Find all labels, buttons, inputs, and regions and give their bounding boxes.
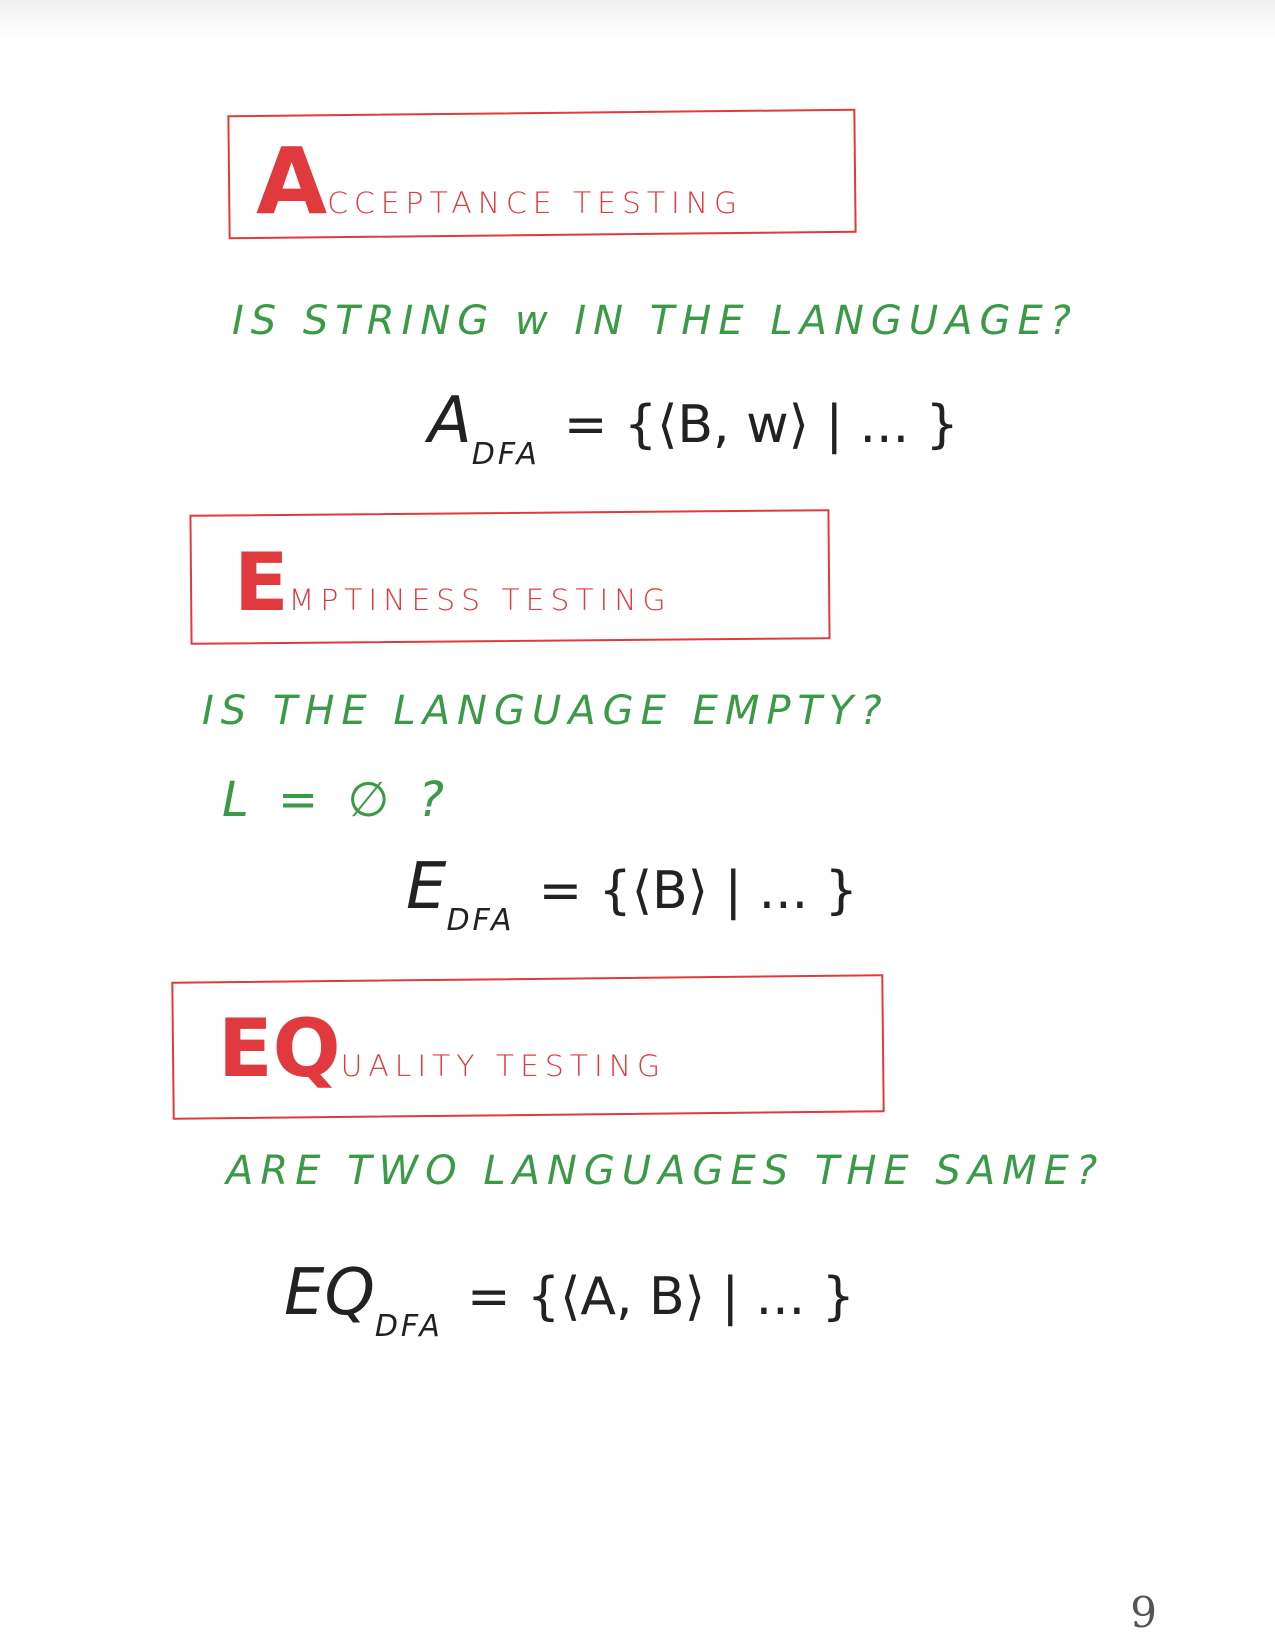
set-definition: = {⟨B, w⟩ | ... }	[563, 395, 959, 455]
scan-edge	[0, 0, 1275, 40]
heading-equality-testing: EQUALITY TESTING	[218, 1002, 666, 1095]
set-subscript: DFA	[471, 437, 540, 472]
set-symbol: A	[428, 384, 472, 458]
set-edfa: EDFA = {⟨B⟩ | ... }	[406, 850, 858, 938]
question-equality: ARE TWO LANGUAGES THE SAME?	[226, 1148, 1105, 1194]
notes-page: ACCEPTANCE TESTING IS STRING w IN THE LA…	[0, 0, 1275, 1650]
set-definition: = {⟨B⟩ | ... }	[538, 861, 858, 921]
heading-cap: A	[256, 128, 328, 235]
heading-cap: E	[234, 536, 289, 629]
heading-rest: CCEPTANCE TESTING	[327, 186, 744, 221]
heading-emptiness-testing: EMPTINESS TESTING	[234, 536, 672, 629]
question-acceptance: IS STRING w IN THE LANGUAGE?	[232, 298, 1079, 344]
set-eqdfa: EQDFA = {⟨A, B⟩ | ... }	[284, 1256, 855, 1344]
heading-acceptance-testing: ACCEPTANCE TESTING	[256, 128, 743, 235]
heading-cap: EQ	[218, 1002, 341, 1095]
question-emptiness: IS THE LANGUAGE EMPTY?	[202, 688, 889, 734]
heading-rest: MPTINESS TESTING	[288, 583, 672, 618]
page-number: 9	[1130, 1588, 1157, 1637]
set-symbol: EQ	[284, 1256, 375, 1330]
set-symbol: E	[406, 850, 447, 924]
set-definition: = {⟨A, B⟩ | ... }	[466, 1267, 855, 1327]
set-adfa: ADFA = {⟨B, w⟩ | ... }	[428, 384, 959, 472]
set-subscript: DFA	[446, 903, 515, 938]
set-subscript: DFA	[374, 1309, 443, 1344]
heading-rest: UALITY TESTING	[340, 1049, 667, 1084]
question-emptiness-line2: L = ∅ ?	[222, 772, 452, 828]
